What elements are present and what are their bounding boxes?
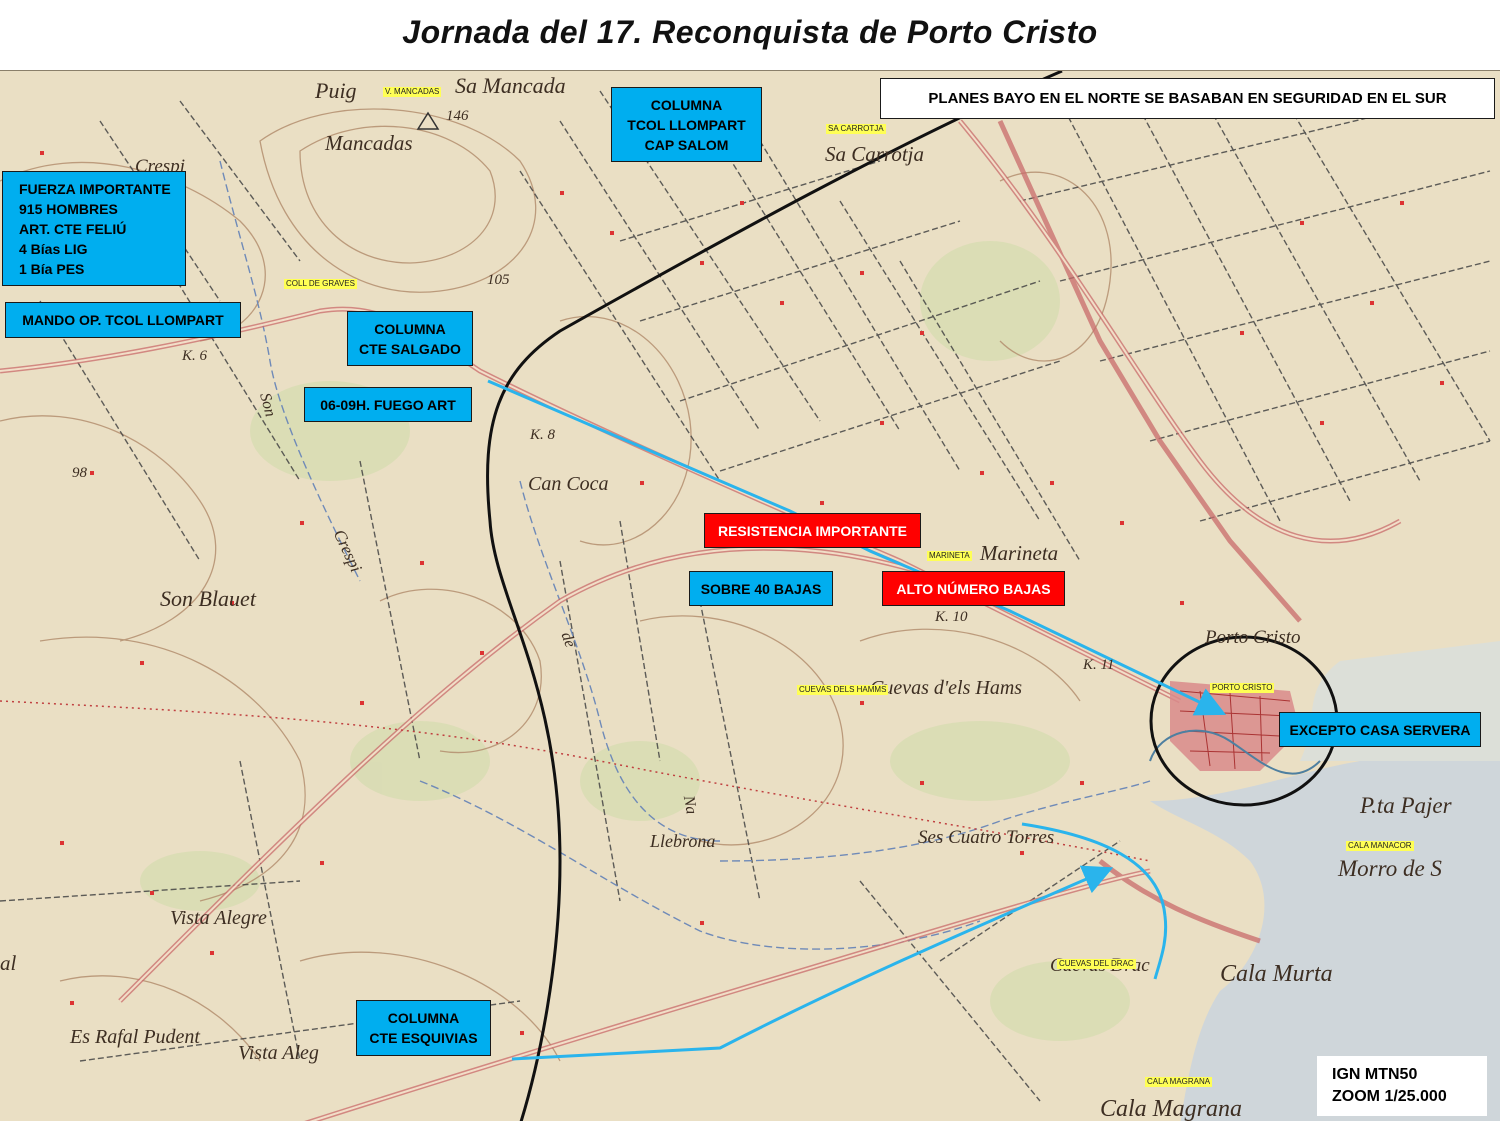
tag-coll-de-graves: COLL DE GRAVES [284, 279, 357, 289]
fuerza-line-1: FUERZA IMPORTANTE [19, 180, 171, 197]
fuerza-line-3: ART. CTE FELIÚ [19, 220, 127, 237]
box-mando-op: MANDO OP. TCOL LLOMPART [5, 302, 241, 338]
fuerza-line-5: 1 Bía PES [19, 260, 85, 277]
label-can-coca: Can Coca [528, 473, 609, 495]
tag-cuevas-del-drac: CUEVAS DEL DRAC [1057, 959, 1136, 969]
tag-v-mancadas: V. MANCADAS [383, 87, 442, 97]
label-k8: K. 8 [530, 427, 556, 443]
fuerza-line-2: 915 HOMBRES [19, 200, 118, 217]
box-fuego-art: 06-09H. FUEGO ART [304, 387, 472, 422]
box-columna-llompart: COLUMNA TCOL LLOMPART CAP SALOM [611, 87, 762, 162]
tag-marineta: MARINETA [927, 551, 972, 561]
box-fuerza-importante: FUERZA IMPORTANTE 915 HOMBRES ART. CTE F… [2, 171, 186, 286]
col-llompart-line-1: COLUMNA [650, 96, 723, 113]
label-vista-alegre-2: Vista Aleg [238, 1042, 319, 1064]
col-llompart-line-3: CAP SALOM [644, 136, 729, 153]
col-salgado-line-2: CTE SALGADO [359, 340, 461, 357]
source-line-2: ZOOM 1/25.000 [1332, 1088, 1447, 1105]
label-sa-mancada: Sa Mancada [455, 73, 566, 98]
box-resistencia-importante: RESISTENCIA IMPORTANTE [704, 513, 921, 548]
tag-cala-manacor: CALA MANACOR [1346, 841, 1414, 851]
col-llompart-line-2: TCOL LLOMPART [627, 116, 746, 133]
col-esquivias-line-1: COLUMNA [387, 1010, 460, 1026]
source-note: IGN MTN50 ZOOM 1/25.000 [1317, 1056, 1487, 1116]
label-mancadas: Mancadas [325, 131, 413, 155]
label-height-146: 146 [446, 108, 469, 124]
label-k11: K. 11 [1083, 657, 1115, 673]
label-ses-cuatro-torres: Ses Cuatro Torres [918, 827, 1055, 848]
label-pta-pajer: P.ta Pajer [1360, 793, 1452, 818]
col-esquivias-line-2: CTE ESQUIVIAS [369, 1030, 478, 1046]
label-height-105: 105 [487, 272, 510, 288]
label-k6: K. 6 [182, 348, 208, 364]
label-vista-alegre: Vista Alegre [170, 907, 267, 929]
label-es-rafal-pudent: Es Rafal Pudent [70, 1026, 200, 1048]
label-sa-carrotja: Sa Carrotja [825, 142, 924, 166]
col-salgado-line-1: COLUMNA [374, 320, 446, 337]
box-columna-salgado: COLUMNA CTE SALGADO [347, 311, 473, 366]
label-height-98: 98 [72, 465, 87, 481]
box-sobre-40-bajas: SOBRE 40 BAJAS [689, 571, 833, 606]
label-llebrona: Llebrona [650, 831, 716, 851]
label-puig: Puig [315, 78, 357, 103]
label-al: al [0, 951, 17, 975]
map-title: Jornada del 17. Reconquista de Porto Cri… [402, 14, 1098, 50]
label-marineta: Marineta [980, 541, 1059, 565]
note-planes-bayo: PLANES BAYO EN EL NORTE SE BASABAN EN SE… [880, 78, 1495, 119]
label-son-blauet: Son Blauet [160, 586, 256, 611]
label-cala-murta: Cala Murta [1220, 961, 1333, 987]
label-k10: K. 10 [935, 609, 968, 625]
fuerza-line-4: 4 Bías LIG [19, 240, 88, 257]
box-excepto-casa-servera: EXCEPTO CASA SERVERA [1279, 712, 1481, 747]
source-line-1: IGN MTN50 [1332, 1066, 1418, 1083]
tag-sa-carrotja: SA CARROTJA [826, 124, 886, 134]
tag-porto-cristo: PORTO CRISTO [1210, 683, 1275, 693]
box-alto-numero-bajas: ALTO NÚMERO BAJAS [882, 571, 1065, 606]
label-na: Na [679, 794, 700, 816]
label-porto-cristo: Porto Cristo [1205, 627, 1301, 648]
box-columna-esquivias: COLUMNA CTE ESQUIVIAS [356, 1000, 491, 1056]
label-cuevas-hams: Cuevas d'els Hams [870, 677, 1023, 699]
label-morro: Morro de S [1338, 856, 1442, 881]
label-cala-magrana: Cala Magrana [1100, 1096, 1243, 1121]
tag-cuevas-dels-hamms: CUEVAS DELS HAMMS [797, 685, 889, 695]
tag-cala-magrana: CALA MAGRANA [1145, 1077, 1213, 1087]
